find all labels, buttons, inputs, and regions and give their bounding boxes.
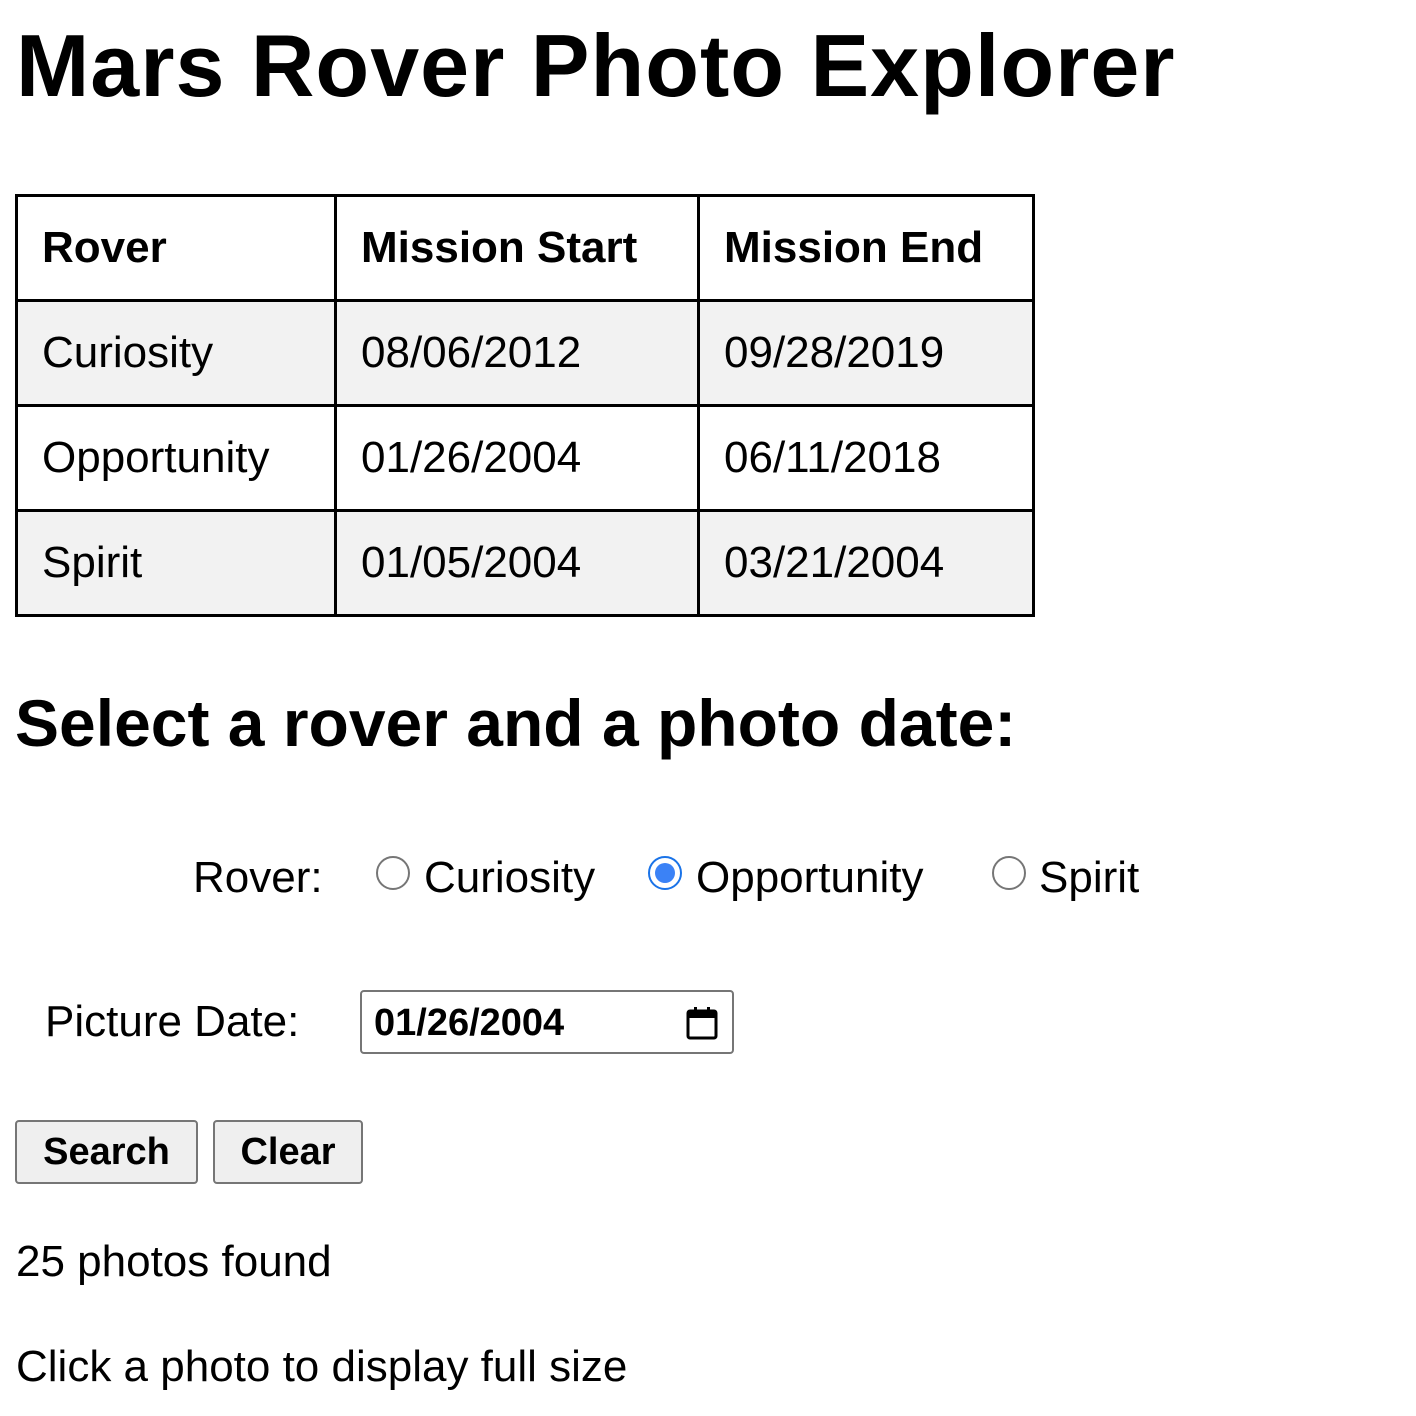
page: Mars Rover Photo Explorer Rover Mission … — [0, 0, 1416, 1416]
page-title: Mars Rover Photo Explorer — [16, 16, 1176, 115]
radio-spirit[interactable] — [992, 856, 1026, 890]
cell-mission-start: 01/26/2004 — [334, 404, 700, 512]
cell-rover: Spirit — [15, 509, 337, 617]
radio-label-curiosity[interactable]: Curiosity — [424, 856, 595, 900]
picture-date-input[interactable]: 01/26/2004 — [360, 990, 734, 1054]
table-header-row: Rover Mission Start Mission End — [15, 194, 1035, 302]
radio-label-spirit[interactable]: Spirit — [1039, 856, 1139, 900]
radio-label-opportunity[interactable]: Opportunity — [696, 856, 923, 900]
form-heading: Select a rover and a photo date: — [15, 686, 1017, 760]
cell-rover: Opportunity — [15, 404, 337, 512]
missions-table: Rover Mission Start Mission End Curiosit… — [15, 194, 1035, 617]
header-rover: Rover — [15, 194, 337, 302]
clear-button[interactable]: Clear — [213, 1120, 363, 1184]
radio-curiosity[interactable] — [376, 856, 410, 890]
radio-opportunity[interactable] — [648, 856, 682, 890]
cell-mission-end: 09/28/2019 — [697, 299, 1035, 407]
photo-count: 25 photos found — [16, 1237, 332, 1286]
header-mission-end: Mission End — [697, 194, 1035, 302]
photo-hint: Click a photo to display full size — [16, 1342, 628, 1391]
picture-date-value[interactable]: 01/26/2004 — [374, 1004, 564, 1042]
cell-rover: Curiosity — [15, 299, 337, 407]
rover-label: Rover: — [193, 853, 323, 902]
picture-date-label: Picture Date: — [45, 997, 300, 1046]
search-button[interactable]: Search — [15, 1120, 198, 1184]
cell-mission-end: 03/21/2004 — [697, 509, 1035, 617]
cell-mission-start: 01/05/2004 — [334, 509, 700, 617]
calendar-icon[interactable] — [686, 1006, 718, 1040]
table-row: Curiosity 08/06/2012 09/28/2019 — [15, 299, 1035, 407]
cell-mission-end: 06/11/2018 — [697, 404, 1035, 512]
table-row: Spirit 01/05/2004 03/21/2004 — [15, 509, 1035, 617]
table-row: Opportunity 01/26/2004 06/11/2018 — [15, 404, 1035, 512]
cell-mission-start: 08/06/2012 — [334, 299, 700, 407]
header-mission-start: Mission Start — [334, 194, 700, 302]
